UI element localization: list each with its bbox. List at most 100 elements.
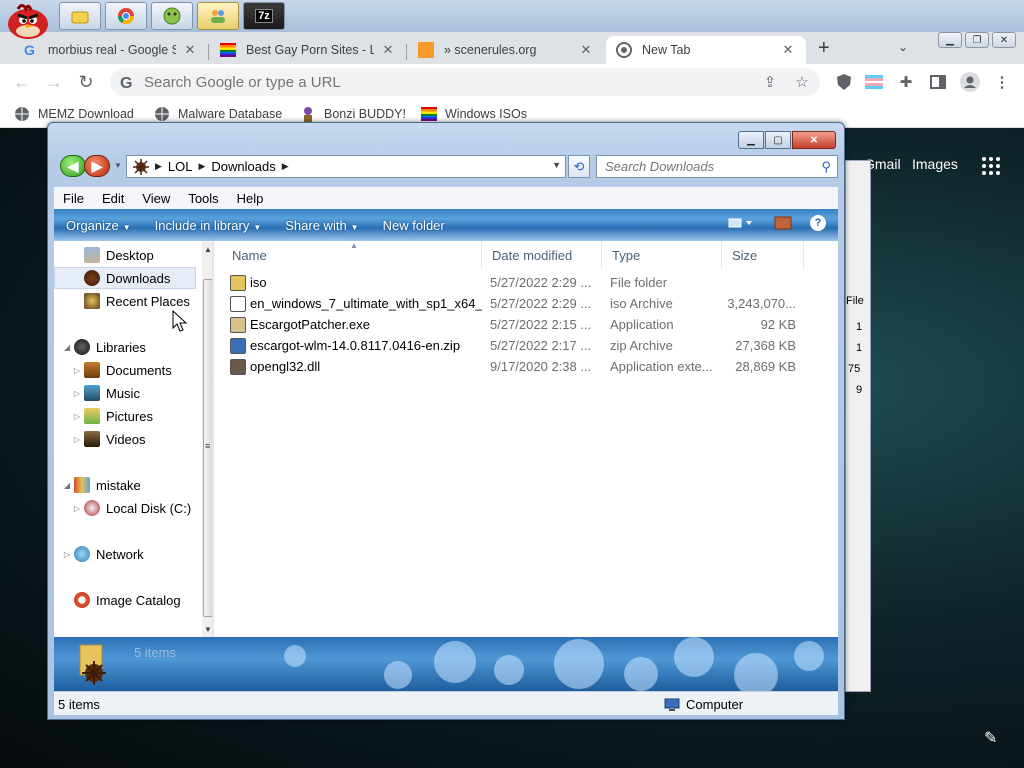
- extensions-puzzle-icon[interactable]: ✚: [896, 72, 916, 92]
- menu-help[interactable]: Help: [228, 191, 273, 206]
- tab-best-sites[interactable]: Best Gay Porn Sites - Li ✕: [210, 36, 406, 64]
- search-icon[interactable]: ⚲: [821, 159, 831, 175]
- nav-local-disk[interactable]: ▷ Local Disk (C:): [54, 497, 196, 519]
- tab-morbius[interactable]: G morbius real - Google S ✕: [12, 36, 208, 64]
- back-arrow-icon[interactable]: ←: [10, 70, 34, 94]
- explorer-close-button[interactable]: ✕: [792, 131, 836, 149]
- organize-button[interactable]: Organize ▼: [54, 218, 143, 233]
- table-row[interactable]: iso 5/27/2022 2:29 ... File folder: [224, 272, 824, 293]
- nav-pictures[interactable]: ▷ Pictures: [54, 405, 196, 427]
- explorer-minimize-button[interactable]: ▁: [738, 131, 764, 149]
- menu-tools[interactable]: Tools: [179, 191, 227, 206]
- google-apps-icon[interactable]: [982, 157, 1000, 175]
- nav-documents[interactable]: ▷ Documents: [54, 359, 196, 381]
- tab-scenerules[interactable]: » scenerules.org ✕: [408, 36, 604, 64]
- column-size[interactable]: Size: [722, 241, 804, 269]
- close-icon[interactable]: ✕: [182, 42, 198, 58]
- collapse-chevron-icon[interactable]: ▷: [72, 389, 82, 398]
- chevron-down-icon: ▼: [350, 222, 359, 232]
- scroll-down-arrow-icon[interactable]: ▼: [204, 625, 212, 634]
- search-input[interactable]: [605, 159, 815, 174]
- forward-arrow-icon[interactable]: →: [42, 70, 66, 94]
- restore-button[interactable]: ❐: [965, 32, 989, 48]
- bookmark-windows-isos[interactable]: Windows ISOs: [421, 106, 527, 122]
- nav-homegroup-mistake[interactable]: ◢ mistake: [54, 474, 196, 496]
- forward-arrow-icon[interactable]: ▶: [84, 155, 110, 177]
- view-options-icon[interactable]: [728, 217, 756, 229]
- minimize-button[interactable]: ▁: [938, 32, 962, 48]
- profile-avatar-icon[interactable]: [960, 72, 980, 92]
- new-folder-button[interactable]: New folder: [371, 218, 457, 233]
- close-window-button[interactable]: ✕: [992, 32, 1016, 48]
- menu-file[interactable]: File: [54, 191, 93, 206]
- side-panel-icon[interactable]: [928, 72, 948, 92]
- include-in-library-button[interactable]: Include in library ▼: [143, 218, 274, 233]
- expand-chevron-icon[interactable]: ◢: [62, 343, 72, 352]
- nav-videos[interactable]: ▷ Videos: [54, 428, 196, 450]
- nav-recent-places[interactable]: Recent Places: [54, 290, 196, 312]
- bookmark-memz[interactable]: MEMZ Download: [14, 106, 134, 122]
- bonzi-icon: [304, 107, 312, 122]
- table-row[interactable]: EscargotPatcher.exe 5/27/2022 2:15 ... App…: [224, 314, 824, 335]
- search-box[interactable]: ⚲: [596, 155, 838, 178]
- breadcrumb-chevron-icon[interactable]: ▶: [282, 161, 289, 172]
- quicklaunch-chrome[interactable]: [105, 2, 147, 30]
- quicklaunch-people[interactable]: [197, 2, 239, 30]
- address-dropdown-icon[interactable]: ▼: [552, 160, 561, 170]
- collapse-chevron-icon[interactable]: ▷: [72, 412, 82, 421]
- breadcrumb-chevron-icon[interactable]: ▶: [199, 161, 206, 172]
- column-date-modified[interactable]: Date modified: [482, 241, 602, 269]
- breadcrumb-chevron-icon[interactable]: ▶: [155, 161, 162, 172]
- ublock-icon[interactable]: [834, 72, 854, 92]
- refresh-icon[interactable]: ⟲: [568, 155, 590, 178]
- recent-pages-chevron-icon[interactable]: ▼: [114, 161, 122, 170]
- images-link[interactable]: Images: [912, 156, 958, 172]
- menu-kebab-icon[interactable]: ⋮: [992, 72, 1012, 92]
- menu-view[interactable]: View: [133, 191, 179, 206]
- address-bar[interactable]: ▶ LOL ▶ Downloads ▶ ▼: [126, 155, 566, 178]
- collapse-chevron-icon[interactable]: ▷: [72, 504, 82, 513]
- collapse-chevron-icon[interactable]: ▷: [62, 550, 72, 559]
- tab-search-chevron-icon[interactable]: ⌄: [898, 40, 908, 54]
- nav-image-catalog[interactable]: Image Catalog: [54, 589, 196, 611]
- customize-pencil-icon[interactable]: ✎: [984, 728, 997, 748]
- reload-icon[interactable]: ↻: [74, 70, 98, 94]
- column-type[interactable]: Type: [602, 241, 722, 269]
- table-row[interactable]: escargot-wlm-14.0.8117.0416-en.zip 5/27/2…: [224, 335, 824, 356]
- help-icon[interactable]: ?: [810, 215, 826, 231]
- explorer-maximize-button[interactable]: ▢: [765, 131, 791, 149]
- scroll-up-arrow-icon[interactable]: ▲: [204, 245, 212, 254]
- close-icon[interactable]: ✕: [780, 42, 796, 58]
- nav-downloads[interactable]: Downloads: [54, 267, 196, 289]
- breadcrumb-downloads[interactable]: Downloads: [211, 159, 275, 174]
- expand-chevron-icon[interactable]: ◢: [62, 481, 72, 490]
- nav-libraries[interactable]: ◢ Libraries: [54, 336, 196, 358]
- close-icon[interactable]: ✕: [380, 42, 396, 58]
- quicklaunch-folder[interactable]: [59, 2, 101, 30]
- omnibox[interactable]: G: [110, 68, 820, 96]
- quicklaunch-bonzi[interactable]: [151, 2, 193, 30]
- omnibox-input[interactable]: [144, 73, 704, 91]
- nav-network[interactable]: ▷ Network: [54, 543, 196, 565]
- bookmark-bonzi[interactable]: Bonzi BUDDY!: [300, 106, 406, 122]
- back-arrow-icon[interactable]: ◀: [60, 155, 86, 177]
- bookmark-malware-db[interactable]: Malware Database: [154, 106, 282, 122]
- table-row[interactable]: opengl32.dll 9/17/2020 2:38 ... Applicatio…: [224, 356, 824, 377]
- share-with-button[interactable]: Share with ▼: [273, 218, 370, 233]
- star-icon[interactable]: ☆: [792, 72, 812, 92]
- collapse-chevron-icon[interactable]: ▷: [72, 366, 82, 375]
- trans-flag-extension-icon[interactable]: [864, 72, 884, 92]
- preview-pane-icon[interactable]: [774, 216, 792, 230]
- breadcrumb-lol[interactable]: LOL: [168, 159, 193, 174]
- nav-desktop[interactable]: Desktop: [54, 244, 196, 266]
- table-row[interactable]: en_windows_7_ultimate_with_sp1_x64_... 5/…: [224, 293, 824, 314]
- quicklaunch-7zip[interactable]: 7z: [243, 2, 285, 30]
- nav-music[interactable]: ▷ Music: [54, 382, 196, 404]
- share-icon[interactable]: ⇪: [760, 72, 780, 92]
- collapse-chevron-icon[interactable]: ▷: [72, 435, 82, 444]
- tab-new-tab[interactable]: New Tab ✕: [606, 36, 806, 64]
- menu-edit[interactable]: Edit: [93, 191, 133, 206]
- nav-label: mistake: [96, 477, 141, 493]
- new-tab-button[interactable]: +: [818, 37, 830, 60]
- close-icon[interactable]: ✕: [578, 42, 594, 58]
